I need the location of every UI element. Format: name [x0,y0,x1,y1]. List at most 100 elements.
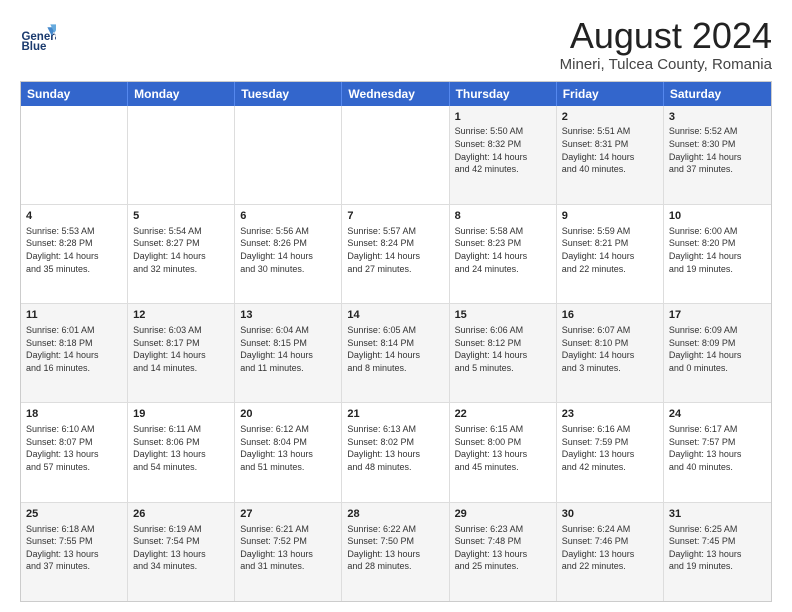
cell-info: Sunrise: 6:12 AM Sunset: 8:04 PM Dayligh… [240,423,336,473]
cell-info: Sunrise: 6:23 AM Sunset: 7:48 PM Dayligh… [455,523,551,573]
main-title: August 2024 [560,16,772,56]
calendar-cell-15: 15Sunrise: 6:06 AM Sunset: 8:12 PM Dayli… [450,304,557,402]
calendar-cell-empty [235,106,342,204]
cell-info: Sunrise: 6:11 AM Sunset: 8:06 PM Dayligh… [133,423,229,473]
day-number: 10 [669,209,766,224]
cell-info: Sunrise: 6:05 AM Sunset: 8:14 PM Dayligh… [347,324,443,374]
weekday-header-tuesday: Tuesday [235,82,342,106]
calendar-cell-28: 28Sunrise: 6:22 AM Sunset: 7:50 PM Dayli… [342,503,449,601]
cell-info: Sunrise: 5:52 AM Sunset: 8:30 PM Dayligh… [669,125,766,175]
cell-info: Sunrise: 6:18 AM Sunset: 7:55 PM Dayligh… [26,523,122,573]
weekday-header-friday: Friday [557,82,664,106]
day-number: 11 [26,308,122,323]
cell-info: Sunrise: 6:04 AM Sunset: 8:15 PM Dayligh… [240,324,336,374]
day-number: 17 [669,308,766,323]
cell-info: Sunrise: 5:50 AM Sunset: 8:32 PM Dayligh… [455,125,551,175]
calendar-cell-27: 27Sunrise: 6:21 AM Sunset: 7:52 PM Dayli… [235,503,342,601]
page: General Blue August 2024 Mineri, Tulcea … [0,0,792,612]
calendar-row-1: 4Sunrise: 5:53 AM Sunset: 8:28 PM Daylig… [21,205,771,304]
calendar-cell-24: 24Sunrise: 6:17 AM Sunset: 7:57 PM Dayli… [664,403,771,501]
calendar-cell-31: 31Sunrise: 6:25 AM Sunset: 7:45 PM Dayli… [664,503,771,601]
day-number: 21 [347,407,443,422]
day-number: 30 [562,507,658,522]
cell-info: Sunrise: 6:15 AM Sunset: 8:00 PM Dayligh… [455,423,551,473]
header: General Blue August 2024 Mineri, Tulcea … [20,16,772,73]
calendar-row-2: 11Sunrise: 6:01 AM Sunset: 8:18 PM Dayli… [21,304,771,403]
day-number: 16 [562,308,658,323]
cell-info: Sunrise: 5:54 AM Sunset: 8:27 PM Dayligh… [133,225,229,275]
weekday-header-monday: Monday [128,82,235,106]
calendar-cell-26: 26Sunrise: 6:19 AM Sunset: 7:54 PM Dayli… [128,503,235,601]
calendar: SundayMondayTuesdayWednesdayThursdayFrid… [20,81,772,602]
cell-info: Sunrise: 6:17 AM Sunset: 7:57 PM Dayligh… [669,423,766,473]
calendar-cell-19: 19Sunrise: 6:11 AM Sunset: 8:06 PM Dayli… [128,403,235,501]
logo: General Blue [20,20,56,56]
day-number: 27 [240,507,336,522]
day-number: 8 [455,209,551,224]
day-number: 1 [455,110,551,125]
cell-info: Sunrise: 6:06 AM Sunset: 8:12 PM Dayligh… [455,324,551,374]
weekday-header-wednesday: Wednesday [342,82,449,106]
day-number: 9 [562,209,658,224]
calendar-cell-10: 10Sunrise: 6:00 AM Sunset: 8:20 PM Dayli… [664,205,771,303]
day-number: 20 [240,407,336,422]
cell-info: Sunrise: 6:10 AM Sunset: 8:07 PM Dayligh… [26,423,122,473]
calendar-cell-11: 11Sunrise: 6:01 AM Sunset: 8:18 PM Dayli… [21,304,128,402]
day-number: 26 [133,507,229,522]
cell-info: Sunrise: 5:53 AM Sunset: 8:28 PM Dayligh… [26,225,122,275]
cell-info: Sunrise: 6:24 AM Sunset: 7:46 PM Dayligh… [562,523,658,573]
cell-info: Sunrise: 6:25 AM Sunset: 7:45 PM Dayligh… [669,523,766,573]
logo-icon: General Blue [20,20,56,56]
day-number: 22 [455,407,551,422]
day-number: 23 [562,407,658,422]
calendar-header: SundayMondayTuesdayWednesdayThursdayFrid… [21,82,771,106]
calendar-row-0: 1Sunrise: 5:50 AM Sunset: 8:32 PM Daylig… [21,106,771,205]
day-number: 18 [26,407,122,422]
cell-info: Sunrise: 6:19 AM Sunset: 7:54 PM Dayligh… [133,523,229,573]
calendar-cell-25: 25Sunrise: 6:18 AM Sunset: 7:55 PM Dayli… [21,503,128,601]
cell-info: Sunrise: 5:57 AM Sunset: 8:24 PM Dayligh… [347,225,443,275]
cell-info: Sunrise: 5:51 AM Sunset: 8:31 PM Dayligh… [562,125,658,175]
calendar-cell-22: 22Sunrise: 6:15 AM Sunset: 8:00 PM Dayli… [450,403,557,501]
calendar-cell-9: 9Sunrise: 5:59 AM Sunset: 8:21 PM Daylig… [557,205,664,303]
calendar-cell-18: 18Sunrise: 6:10 AM Sunset: 8:07 PM Dayli… [21,403,128,501]
day-number: 12 [133,308,229,323]
calendar-cell-7: 7Sunrise: 5:57 AM Sunset: 8:24 PM Daylig… [342,205,449,303]
calendar-cell-1: 1Sunrise: 5:50 AM Sunset: 8:32 PM Daylig… [450,106,557,204]
day-number: 2 [562,110,658,125]
calendar-cell-21: 21Sunrise: 6:13 AM Sunset: 8:02 PM Dayli… [342,403,449,501]
cell-info: Sunrise: 6:21 AM Sunset: 7:52 PM Dayligh… [240,523,336,573]
svg-text:Blue: Blue [21,41,47,53]
weekday-header-saturday: Saturday [664,82,771,106]
day-number: 25 [26,507,122,522]
calendar-cell-17: 17Sunrise: 6:09 AM Sunset: 8:09 PM Dayli… [664,304,771,402]
day-number: 28 [347,507,443,522]
day-number: 31 [669,507,766,522]
calendar-body: 1Sunrise: 5:50 AM Sunset: 8:32 PM Daylig… [21,106,771,601]
calendar-cell-5: 5Sunrise: 5:54 AM Sunset: 8:27 PM Daylig… [128,205,235,303]
day-number: 5 [133,209,229,224]
cell-info: Sunrise: 5:58 AM Sunset: 8:23 PM Dayligh… [455,225,551,275]
day-number: 24 [669,407,766,422]
day-number: 14 [347,308,443,323]
day-number: 3 [669,110,766,125]
cell-info: Sunrise: 6:03 AM Sunset: 8:17 PM Dayligh… [133,324,229,374]
calendar-cell-empty [21,106,128,204]
calendar-cell-4: 4Sunrise: 5:53 AM Sunset: 8:28 PM Daylig… [21,205,128,303]
calendar-cell-14: 14Sunrise: 6:05 AM Sunset: 8:14 PM Dayli… [342,304,449,402]
cell-info: Sunrise: 5:59 AM Sunset: 8:21 PM Dayligh… [562,225,658,275]
day-number: 4 [26,209,122,224]
title-block: August 2024 Mineri, Tulcea County, Roman… [560,16,772,73]
calendar-cell-8: 8Sunrise: 5:58 AM Sunset: 8:23 PM Daylig… [450,205,557,303]
day-number: 13 [240,308,336,323]
calendar-cell-20: 20Sunrise: 6:12 AM Sunset: 8:04 PM Dayli… [235,403,342,501]
calendar-cell-30: 30Sunrise: 6:24 AM Sunset: 7:46 PM Dayli… [557,503,664,601]
cell-info: Sunrise: 6:13 AM Sunset: 8:02 PM Dayligh… [347,423,443,473]
cell-info: Sunrise: 6:01 AM Sunset: 8:18 PM Dayligh… [26,324,122,374]
cell-info: Sunrise: 6:16 AM Sunset: 7:59 PM Dayligh… [562,423,658,473]
day-number: 15 [455,308,551,323]
calendar-cell-empty [128,106,235,204]
day-number: 29 [455,507,551,522]
cell-info: Sunrise: 6:09 AM Sunset: 8:09 PM Dayligh… [669,324,766,374]
weekday-header-thursday: Thursday [450,82,557,106]
